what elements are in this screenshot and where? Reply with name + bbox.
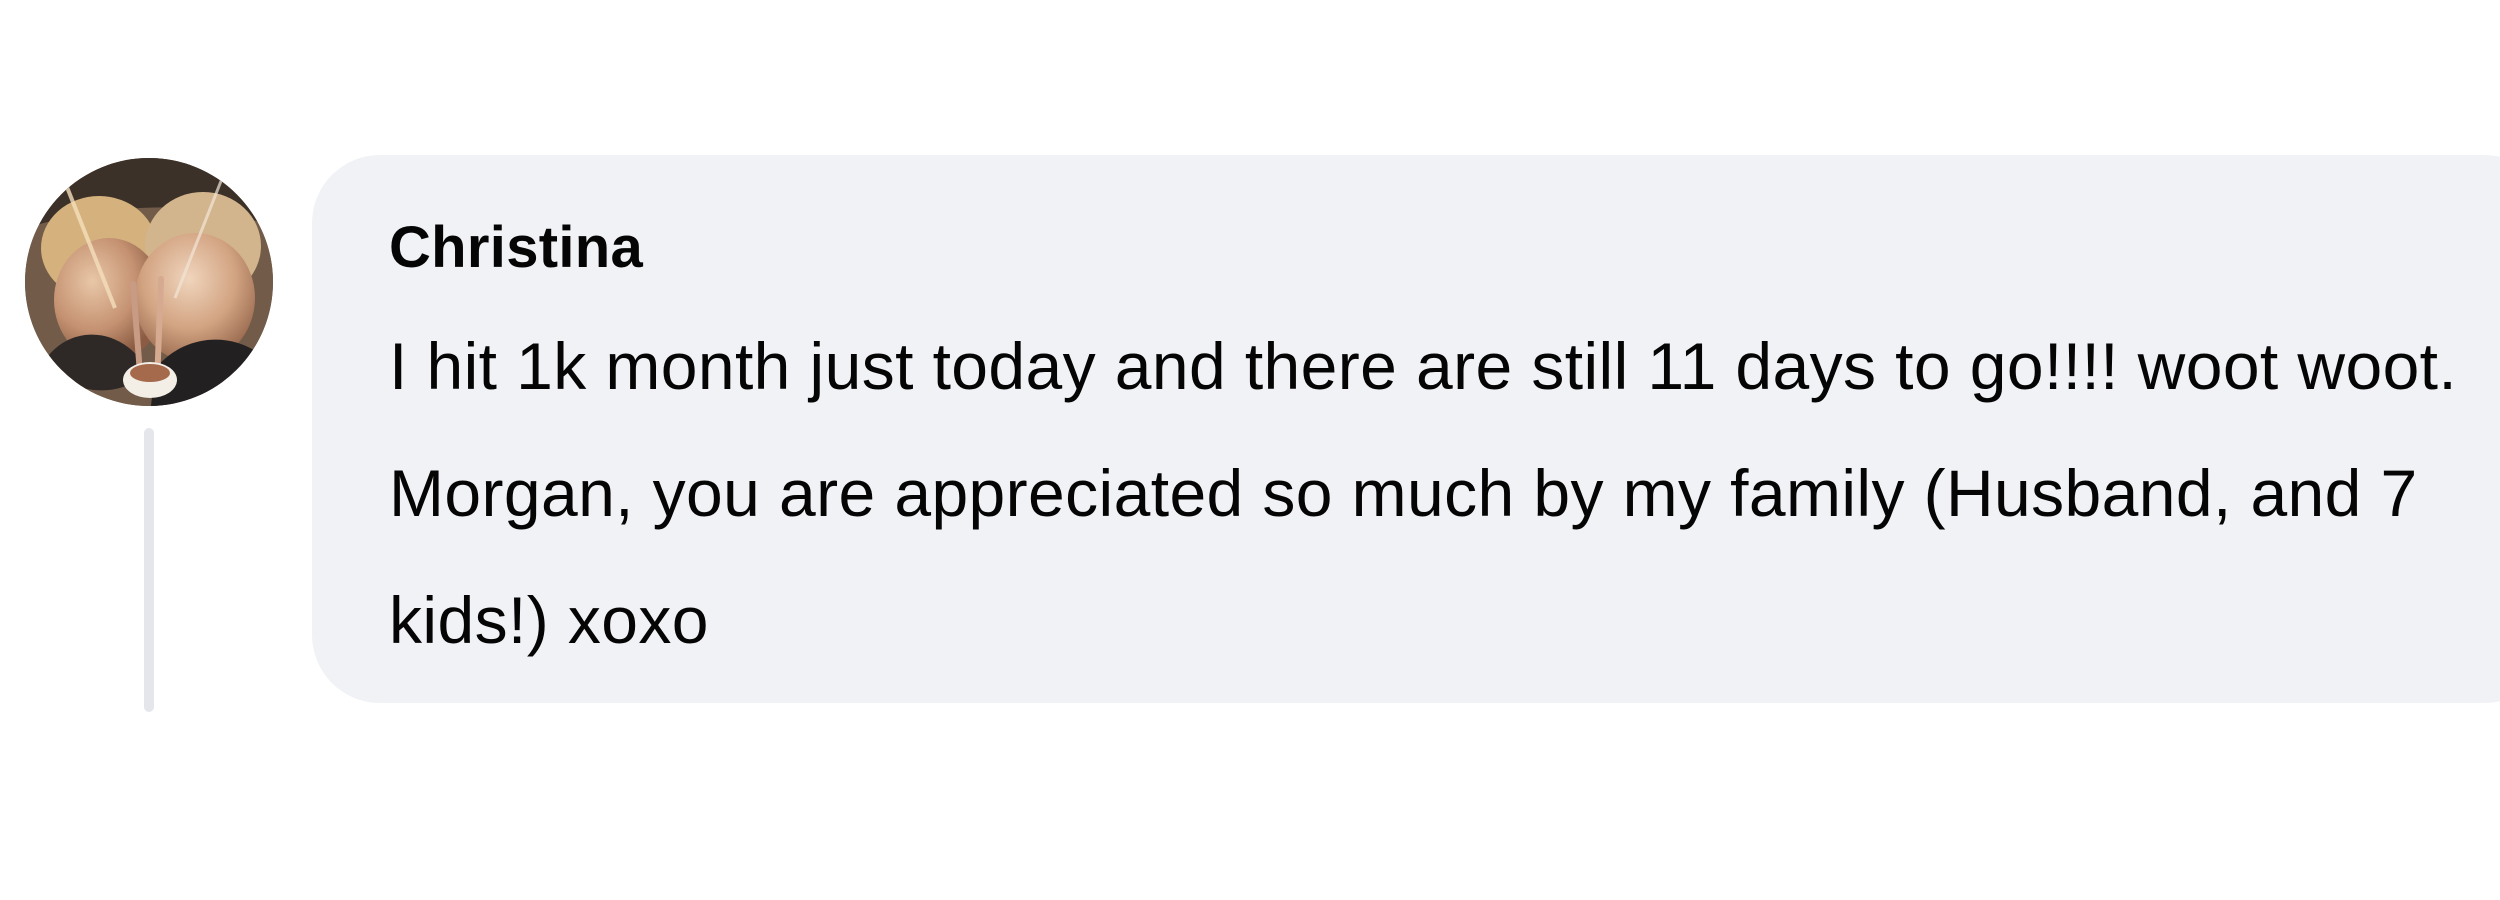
profile-photo-icon [25, 158, 273, 406]
reply-thread-line [144, 428, 154, 712]
avatar[interactable] [25, 158, 273, 406]
comment-thread: Christina I hit 1k month just today and … [0, 0, 2500, 900]
comment-author-name[interactable]: Christina [389, 211, 2500, 285]
comment-text: I hit 1k month just today and there are … [389, 329, 2458, 657]
comment-bubble: Christina I hit 1k month just today and … [312, 155, 2500, 703]
